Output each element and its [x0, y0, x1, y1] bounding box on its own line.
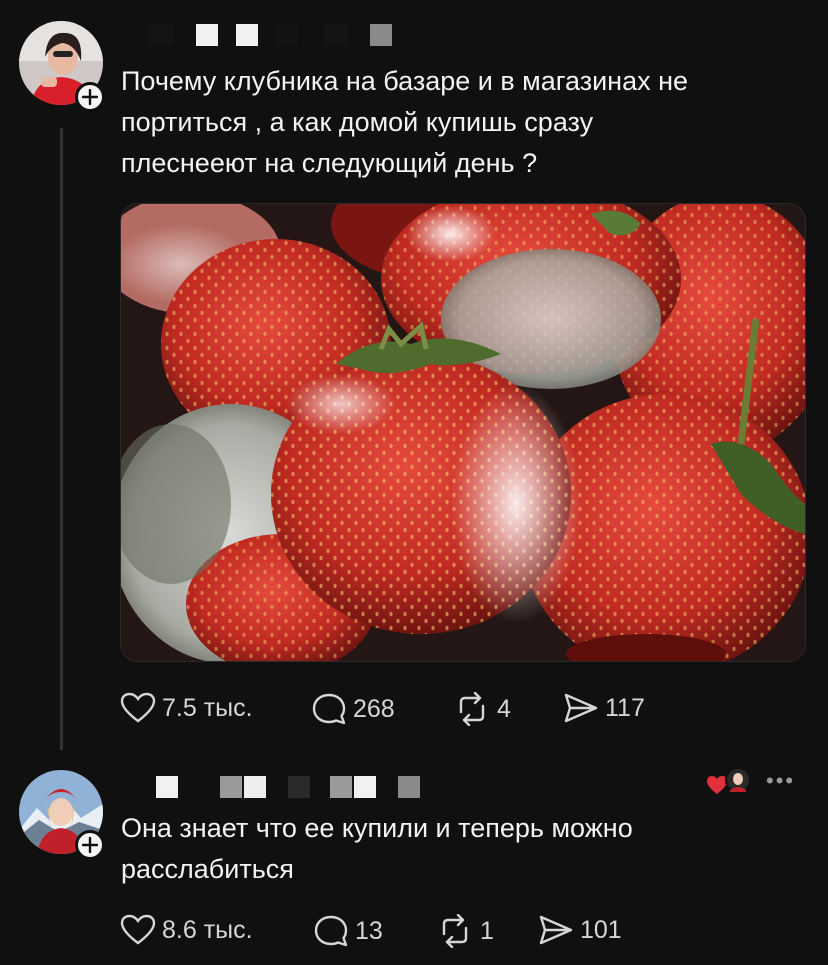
repost-button[interactable]: 4 [453, 692, 511, 726]
share-button[interactable]: 101 [538, 914, 622, 946]
repost-icon [459, 692, 485, 726]
share-button[interactable]: 117 [563, 692, 645, 724]
strawberries-photo [121, 204, 805, 661]
reply-text: Она знает что ее купили и теперь можно р… [121, 813, 633, 884]
post-actions-bar: 7.5 тыс. 268 4 117 [120, 690, 680, 726]
more-options-button[interactable]: ••• [766, 768, 795, 794]
follow-plus-button[interactable] [75, 830, 105, 860]
comment-icon [314, 915, 348, 947]
thread-connector-line [60, 128, 63, 750]
share-count: 101 [580, 915, 622, 944]
reply-actions-bar: 8.6 тыс. 13 1 101 [120, 912, 680, 948]
post-text: Почему клубника на базаре и в магазинах … [121, 66, 689, 178]
post-image[interactable] [120, 203, 806, 662]
comment-count: 268 [353, 694, 395, 723]
plus-icon [82, 837, 98, 853]
send-icon [564, 693, 598, 723]
like-count: 7.5 тыс. [162, 693, 253, 722]
like-button[interactable]: 8.6 тыс. [120, 914, 253, 946]
repost-count: 1 [480, 916, 494, 945]
comment-icon [312, 693, 346, 725]
repost-icon [442, 914, 468, 948]
heart-icon [707, 767, 751, 794]
liked-by-author-badge [706, 766, 752, 798]
heart-icon [120, 914, 156, 945]
send-icon [539, 915, 573, 945]
comment-button[interactable]: 268 [311, 692, 395, 726]
comment-button[interactable]: 13 [313, 914, 383, 948]
like-button[interactable]: 7.5 тыс. [120, 692, 253, 724]
heart-icon [120, 692, 156, 723]
repost-count: 4 [497, 694, 511, 723]
comment-count: 13 [355, 916, 383, 945]
like-count: 8.6 тыс. [162, 915, 253, 944]
repost-button[interactable]: 1 [436, 914, 494, 948]
share-count: 117 [605, 693, 645, 722]
plus-icon [82, 89, 98, 105]
follow-plus-button[interactable] [75, 82, 105, 112]
